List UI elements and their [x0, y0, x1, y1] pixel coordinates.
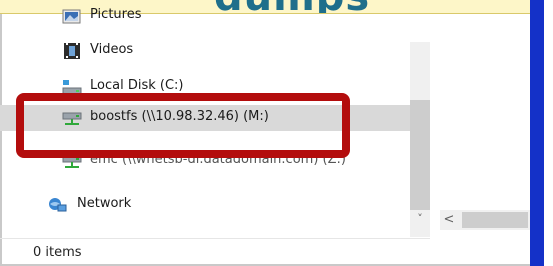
- accent-blue-bar: [530, 0, 544, 266]
- status-item-count: 0 items: [33, 245, 82, 260]
- nav-item-label: Local Disk (C:): [90, 78, 184, 93]
- navigation-pane: Pictures Videos Local Disk (C:) boostfs …: [0, 0, 430, 266]
- nav-item-emc[interactable]: emc (\\wnetsb-dl.datadomain.com) (Z:): [0, 148, 410, 174]
- scroll-left-arrow-icon[interactable]: <: [440, 212, 458, 230]
- nav-item-videos[interactable]: Videos: [0, 38, 410, 64]
- network-drive-icon: [62, 152, 82, 170]
- nav-item-label: Network: [77, 196, 132, 211]
- nav-item-boostfs[interactable]: boostfs (\\10.98.32.46) (M:): [0, 105, 410, 131]
- pictures-folder-icon: [62, 7, 82, 25]
- nav-item-local-disk[interactable]: Local Disk (C:): [0, 74, 410, 100]
- local-disk-icon: [62, 78, 82, 96]
- network-icon: [47, 196, 67, 214]
- nav-item-pictures[interactable]: Pictures: [0, 3, 410, 29]
- nav-item-label: emc (\\wnetsb-dl.datadomain.com) (Z:): [90, 152, 346, 167]
- status-separator: [0, 238, 430, 239]
- scroll-down-arrow-icon[interactable]: ˅: [410, 212, 430, 230]
- vertical-scrollbar-thumb[interactable]: [410, 100, 430, 210]
- network-drive-icon: [62, 109, 82, 127]
- right-edge-strip: [544, 0, 553, 266]
- horizontal-scrollbar-thumb[interactable]: [462, 212, 528, 228]
- nav-item-network[interactable]: Network: [0, 192, 410, 218]
- videos-folder-icon: [62, 42, 82, 60]
- nav-item-label: Videos: [90, 42, 134, 57]
- nav-item-label: boostfs (\\10.98.32.46) (M:): [90, 109, 269, 124]
- nav-item-label: Pictures: [90, 7, 142, 22]
